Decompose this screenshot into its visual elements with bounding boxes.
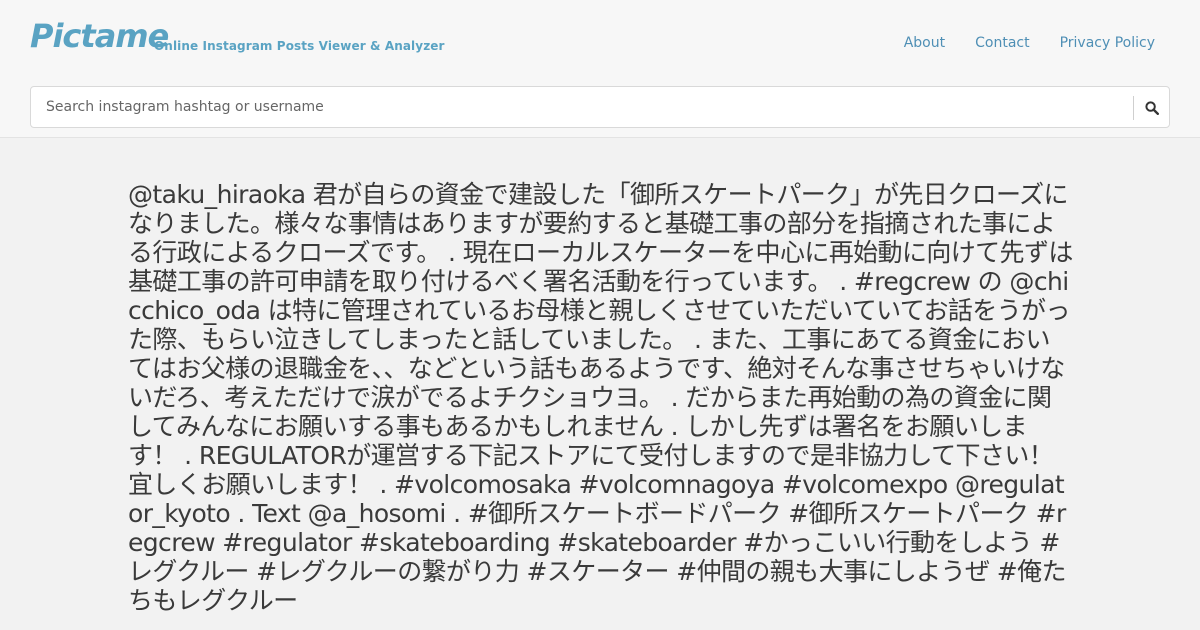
search-input[interactable] xyxy=(31,87,1131,127)
site-header: Pictame Online Instagram Posts Viewer & … xyxy=(0,0,1200,138)
nav-link-about[interactable]: About xyxy=(904,33,945,53)
search-button[interactable] xyxy=(1137,93,1167,123)
nav-link-contact[interactable]: Contact xyxy=(975,33,1029,53)
top-nav: About Contact Privacy Policy xyxy=(904,33,1155,53)
search-divider xyxy=(1133,96,1134,120)
site-tagline: Online Instagram Posts Viewer & Analyzer xyxy=(154,39,445,53)
site-logo[interactable]: Pictame xyxy=(30,14,169,58)
search-icon xyxy=(1145,101,1159,115)
nav-link-privacy-policy[interactable]: Privacy Policy xyxy=(1060,33,1155,53)
search-bar xyxy=(30,86,1170,128)
post-caption: @taku_hiraoka 君が自らの資金で建設した「御所スケートパーク」が先日… xyxy=(128,180,1073,615)
